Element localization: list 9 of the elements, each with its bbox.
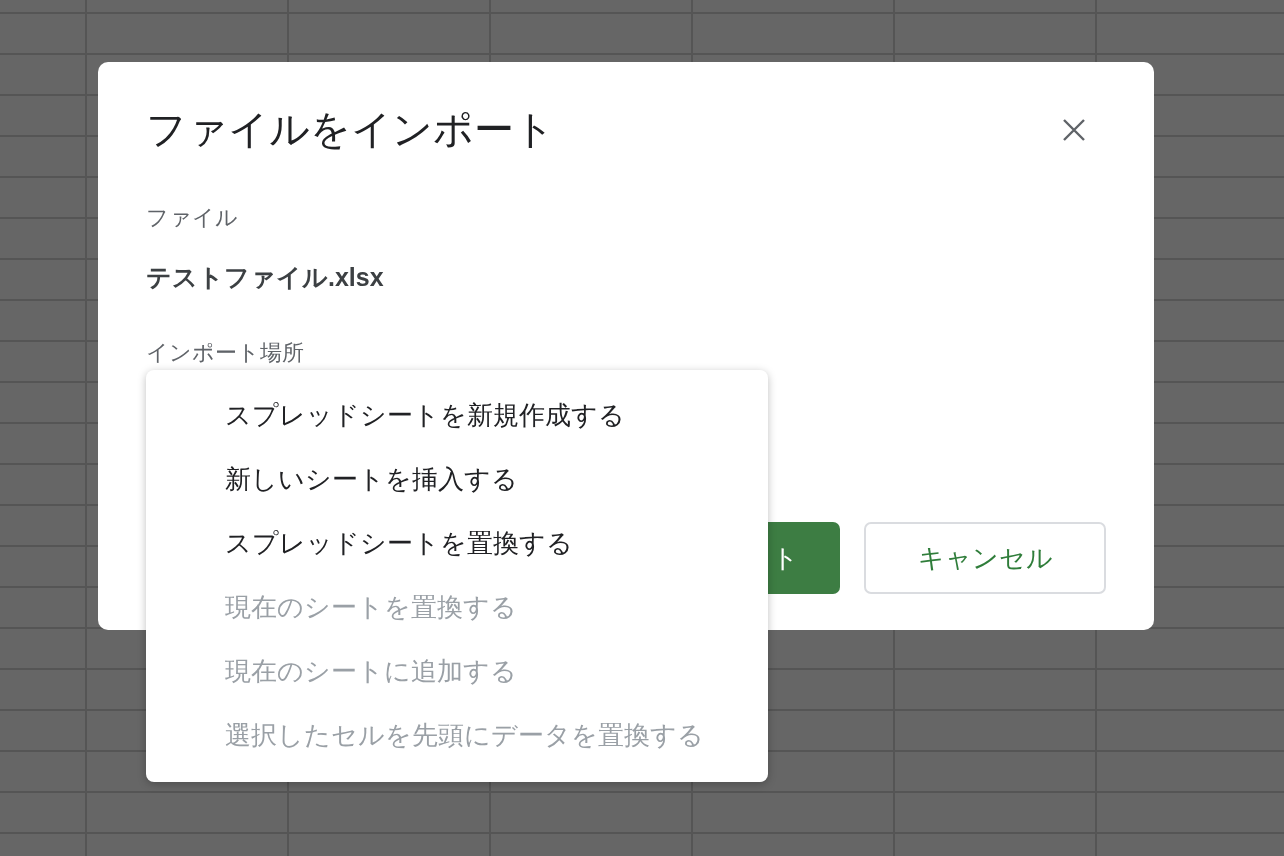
close-icon[interactable] [1062, 117, 1086, 142]
file-name: テストファイル.xlsx [146, 262, 384, 293]
menu-item[interactable]: スプレッドシートを置換する [146, 511, 768, 575]
menu-item[interactable]: スプレッドシートを新規作成する [146, 383, 768, 447]
location-label: インポート場所 [146, 339, 304, 367]
file-label: ファイル [146, 204, 238, 232]
menu-item[interactable]: 新しいシートを挿入する [146, 447, 768, 511]
cancel-button[interactable]: キャンセル [864, 522, 1106, 594]
dialog-title: ファイルをインポート [146, 106, 555, 153]
